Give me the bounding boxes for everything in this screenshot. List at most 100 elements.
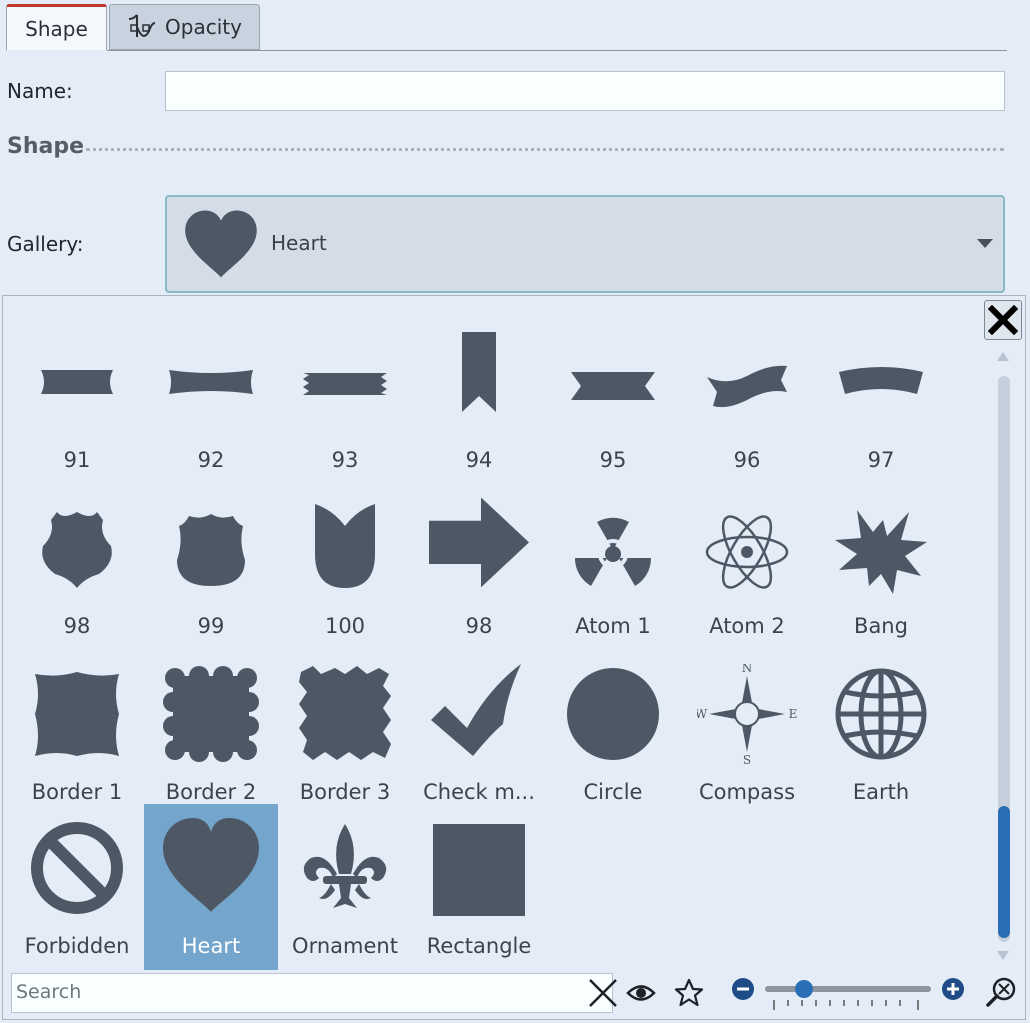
section-title-shape: Shape: [7, 134, 85, 159]
gallery-item-label: Atom 2: [709, 614, 785, 638]
gallery-item-label: 98: [63, 614, 91, 638]
gallery-item-91[interactable]: 91: [10, 318, 144, 484]
tab-shape-label: Shape: [25, 16, 88, 41]
gallery-item-100[interactable]: 100: [278, 484, 412, 650]
checkmark-icon: [431, 664, 521, 756]
gallery-item-heart[interactable]: Heart: [144, 804, 278, 970]
gallery-item-99[interactable]: 99: [144, 484, 278, 650]
gallery-item-label: Ornament: [292, 934, 398, 958]
scroll-up-arrow[interactable]: [997, 352, 1009, 361]
gallery-item-label: 93: [331, 448, 359, 472]
tab-opacity[interactable]: Opacity: [109, 4, 260, 50]
bang-icon: [835, 510, 927, 594]
gallery-item-96[interactable]: 96: [680, 318, 814, 484]
gallery-item-border-3[interactable]: Border 3: [278, 650, 412, 816]
gallery-item-label: 95: [599, 448, 627, 472]
globe-icon: [835, 668, 927, 760]
gallery-item-97[interactable]: 97: [814, 318, 948, 484]
gallery-item-93[interactable]: 93: [278, 318, 412, 484]
border-1-icon: [35, 672, 119, 756]
arrow-right-icon: [429, 498, 529, 588]
gallery-item-label: 92: [197, 448, 225, 472]
search-box: [11, 973, 617, 1013]
gallery-item-check-mark[interactable]: Check m...: [412, 650, 546, 816]
wave-96-icon: [707, 365, 787, 408]
scroll-down-arrow[interactable]: [997, 951, 1009, 960]
gallery-item-border-1[interactable]: Border 1: [10, 650, 144, 816]
border-2-icon: [163, 666, 259, 762]
gallery-item-label: Heart: [181, 934, 241, 958]
gallery-item-94[interactable]: 94: [412, 318, 546, 484]
star-icon[interactable]: [674, 978, 704, 1008]
gallery-item-label: Border 1: [31, 780, 123, 804]
banner-93-icon: [303, 373, 387, 395]
zoom-fit-icon[interactable]: [985, 976, 1017, 1008]
zoom-in-icon[interactable]: [941, 977, 965, 1001]
gallery-item-earth[interactable]: Earth: [814, 650, 948, 816]
arc-banner-97-icon: [839, 367, 923, 394]
rectangle-icon: [433, 824, 525, 916]
gallery-item-label: Border 3: [299, 780, 391, 804]
gallery-item-label: Rectangle: [426, 934, 532, 958]
chevron-down-icon[interactable]: [977, 239, 993, 248]
zoom-slider-track[interactable]: [765, 986, 931, 992]
gallery-item-label: 94: [465, 448, 493, 472]
gallery-item-92[interactable]: 92: [144, 318, 278, 484]
name-input[interactable]: [165, 71, 1005, 111]
eye-icon[interactable]: [626, 980, 656, 1006]
gallery-item-label: Border 2: [165, 780, 257, 804]
compass-east-letter: E: [789, 707, 797, 721]
scrollbar-thumb[interactable]: [998, 806, 1010, 938]
shield-100-icon: [315, 504, 375, 588]
compass-west-letter: W: [697, 707, 708, 721]
atom-icon: [705, 515, 789, 589]
compass-icon: N S E W: [697, 664, 797, 764]
circle-icon: [567, 668, 659, 760]
gallery-item-label: Atom 1: [575, 614, 651, 638]
close-button[interactable]: [984, 300, 1022, 340]
gallery-item-atom-2[interactable]: Atom 2: [680, 484, 814, 650]
zoom-slider-knob[interactable]: [794, 980, 813, 998]
gallery-item-compass[interactable]: N S E W Compass: [680, 650, 814, 816]
opacity-curve-icon: [128, 14, 156, 37]
name-label: Name:: [7, 79, 73, 103]
gallery-item-atom-1[interactable]: Atom 1: [546, 484, 680, 650]
gallery-item-ornament[interactable]: Ornament: [278, 804, 412, 970]
gallery-item-bang[interactable]: Bang: [814, 484, 948, 650]
gallery-item-rectangle[interactable]: Rectangle: [412, 804, 546, 970]
compass-south-letter: S: [743, 753, 751, 764]
gallery-item-label: Compass: [698, 780, 796, 804]
gallery-item-label: 96: [733, 448, 761, 472]
tab-opacity-label: Opacity: [165, 15, 242, 39]
gallery-item-95[interactable]: 95: [546, 318, 680, 484]
gallery-item-label: Bang: [854, 614, 908, 638]
gallery-item-label: Check m...: [423, 780, 535, 804]
tab-shape[interactable]: Shape: [6, 4, 107, 50]
gallery-dropdown[interactable]: Heart: [165, 195, 1005, 293]
gallery-selected-value: Heart: [271, 231, 327, 255]
border-3-icon: [299, 666, 391, 760]
search-input[interactable]: [12, 974, 560, 1010]
tab-divider: [107, 50, 1007, 51]
bookmark-94-icon: [462, 332, 496, 412]
radiation-icon: [574, 517, 652, 586]
gallery-label: Gallery:: [7, 232, 84, 256]
fleur-de-lis-icon: [303, 824, 387, 908]
zoom-out-icon[interactable]: [731, 977, 755, 1001]
gallery-item-98[interactable]: 98: [10, 484, 144, 650]
shield-99-icon: [177, 514, 245, 586]
close-icon: [988, 305, 1018, 335]
ribbon-95-icon: [571, 372, 655, 400]
heart-icon: [185, 210, 257, 278]
gallery-item-label: 91: [63, 448, 91, 472]
gallery-item-label: Circle: [583, 780, 643, 804]
zoom-slider-ticks: [773, 1000, 919, 1010]
gallery-item-label: 99: [197, 614, 225, 638]
gallery-item-forbidden[interactable]: Forbidden: [10, 804, 144, 970]
gallery-item-98-arrow[interactable]: 98: [412, 484, 546, 650]
compass-north-letter: N: [742, 664, 753, 675]
gallery-item-label: 98: [465, 614, 493, 638]
gallery-item-border-2[interactable]: Border 2: [144, 650, 278, 816]
gallery-item-circle[interactable]: Circle: [546, 650, 680, 816]
clear-search-icon[interactable]: [587, 977, 619, 1009]
